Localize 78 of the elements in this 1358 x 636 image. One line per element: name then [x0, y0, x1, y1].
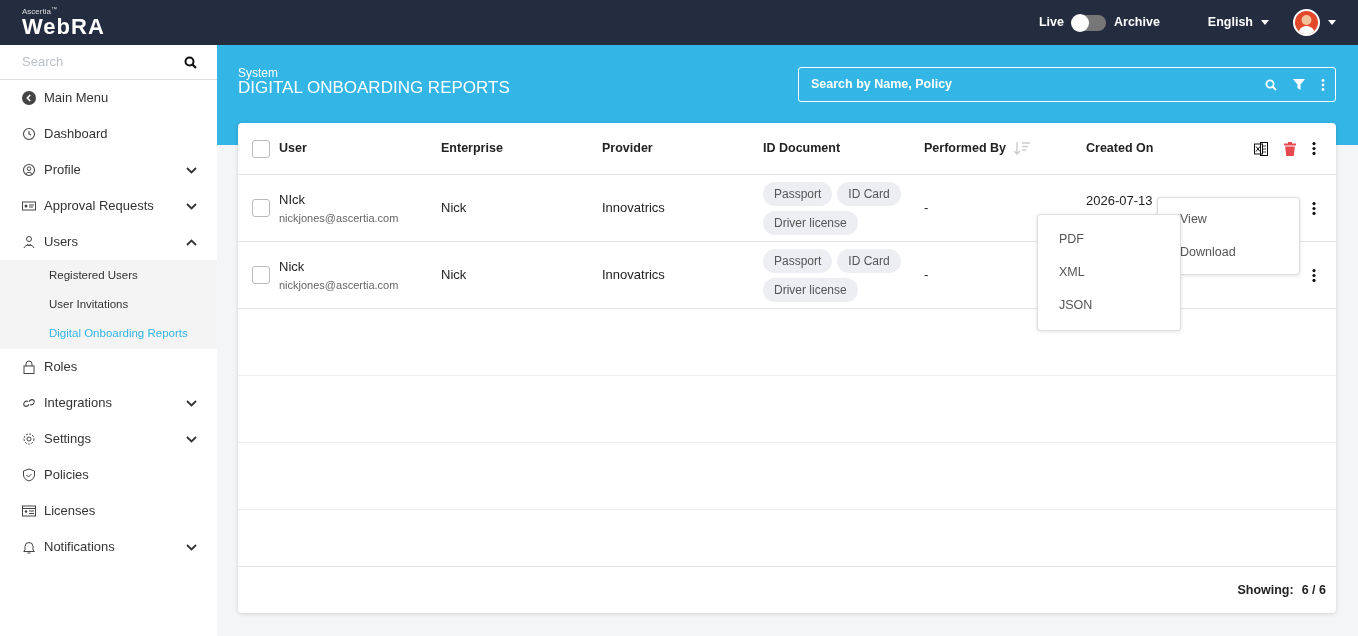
id-badge-icon [22, 199, 36, 213]
toggle-label: Live [1038, 14, 1064, 32]
sidebar-item[interactable]: Licenses [0, 493, 217, 529]
search-field[interactable]: Search by Name, Policy [809, 74, 1249, 95]
more-icon[interactable] [1312, 268, 1316, 282]
menu-item[interactable]: XML [1038, 256, 1180, 289]
column-header: Provider [602, 140, 653, 158]
excel-file-icon[interactable] [1254, 141, 1268, 156]
submenu-item[interactable]: Registered Users [0, 261, 217, 290]
document-tag: ID Card [837, 181, 901, 206]
user-circle-icon [22, 163, 36, 177]
user-name: Nick [279, 258, 306, 276]
breadcrumb-text: System [238, 67, 279, 79]
column-header: Enterprise [441, 140, 503, 158]
more-icon[interactable] [1312, 142, 1316, 155]
checkbox[interactable] [252, 139, 270, 158]
link-icon [22, 396, 36, 410]
menu-item[interactable]: JSON [1038, 289, 1180, 322]
menu-item[interactable]: PDF [1038, 223, 1180, 256]
page-title: DIGITAL ONBOARDING REPORTS [238, 79, 510, 98]
caret-icon[interactable] [1328, 20, 1336, 25]
chevron-up-icon[interactable] [186, 238, 197, 246]
license-card-icon [22, 504, 36, 518]
shield-icon [22, 468, 36, 482]
main-menu-link[interactable]: Main Menu [0, 80, 217, 116]
sidebar-item[interactable]: Roles [0, 349, 217, 385]
chevron-down-icon[interactable] [186, 399, 197, 407]
sidebar-item[interactable]: Dashboard [0, 116, 217, 152]
column-header: Created On [1086, 140, 1154, 158]
checkbox[interactable] [252, 199, 270, 217]
clock-icon [22, 127, 36, 141]
user-email: nickjones@ascertia.com [279, 210, 400, 226]
table-cell: - [924, 267, 929, 283]
column-header: Performed By [924, 140, 1006, 158]
document-tag: Passport [763, 248, 833, 273]
language-dropdown[interactable]: English [1207, 13, 1269, 32]
document-tag: Driver license [763, 210, 858, 235]
chevron-down-icon[interactable] [186, 202, 197, 210]
submenu-item[interactable]: User Invitations [0, 290, 217, 319]
gear-icon [22, 432, 36, 446]
table-cell: 2026-07-13 [1086, 193, 1153, 208]
trash-icon[interactable] [1284, 141, 1296, 156]
sidebar-item[interactable]: Policies [0, 457, 217, 493]
chevron-down-icon[interactable] [186, 435, 197, 443]
sidebar-item[interactable]: Users [0, 224, 217, 260]
table-cell: - [924, 200, 929, 216]
user-email: nickjones@ascertia.com [279, 277, 400, 293]
search-icon[interactable] [184, 55, 197, 69]
table-cell: Nick [441, 267, 467, 283]
toggle-label: Archive [1114, 14, 1160, 32]
brand-tagline: Ascertia$^{™}$ [22, 7, 58, 16]
search-bar[interactable]: Search by Name, Policy [798, 67, 1336, 102]
lock-icon [22, 360, 36, 374]
document-tag: Driver license [763, 277, 858, 302]
bell-icon [22, 540, 36, 554]
checkbox[interactable] [252, 266, 270, 284]
avatar[interactable] [1293, 9, 1320, 36]
sidebar-item[interactable]: Integrations [0, 385, 217, 421]
document-tag: Passport [763, 181, 833, 206]
more-icon[interactable] [1312, 201, 1316, 215]
archive-toggle[interactable] [1072, 14, 1106, 31]
table-cell: Innovatrics [602, 200, 665, 216]
chevron-down-icon[interactable] [186, 166, 197, 174]
table-cell: Nick [441, 200, 467, 216]
sidebar-item[interactable]: Settings [0, 421, 217, 457]
column-header: ID Document [763, 140, 841, 158]
user-name: NIck [279, 191, 306, 209]
column-header: User [279, 140, 307, 158]
document-tag: ID Card [837, 248, 901, 273]
sidebar-item[interactable]: Profile [0, 152, 217, 188]
showing-count: 6 / 6 [1301, 581, 1326, 599]
showing-label: Showing: [1237, 581, 1294, 599]
back-icon [22, 91, 36, 105]
chevron-down-icon[interactable] [186, 543, 197, 551]
table-cell: Innovatrics [602, 267, 665, 283]
sidebar-item[interactable]: Notifications [0, 529, 217, 565]
logo-text: WebRA [22, 15, 105, 38]
sidebar-item[interactable]: Approval Requests [0, 188, 217, 224]
